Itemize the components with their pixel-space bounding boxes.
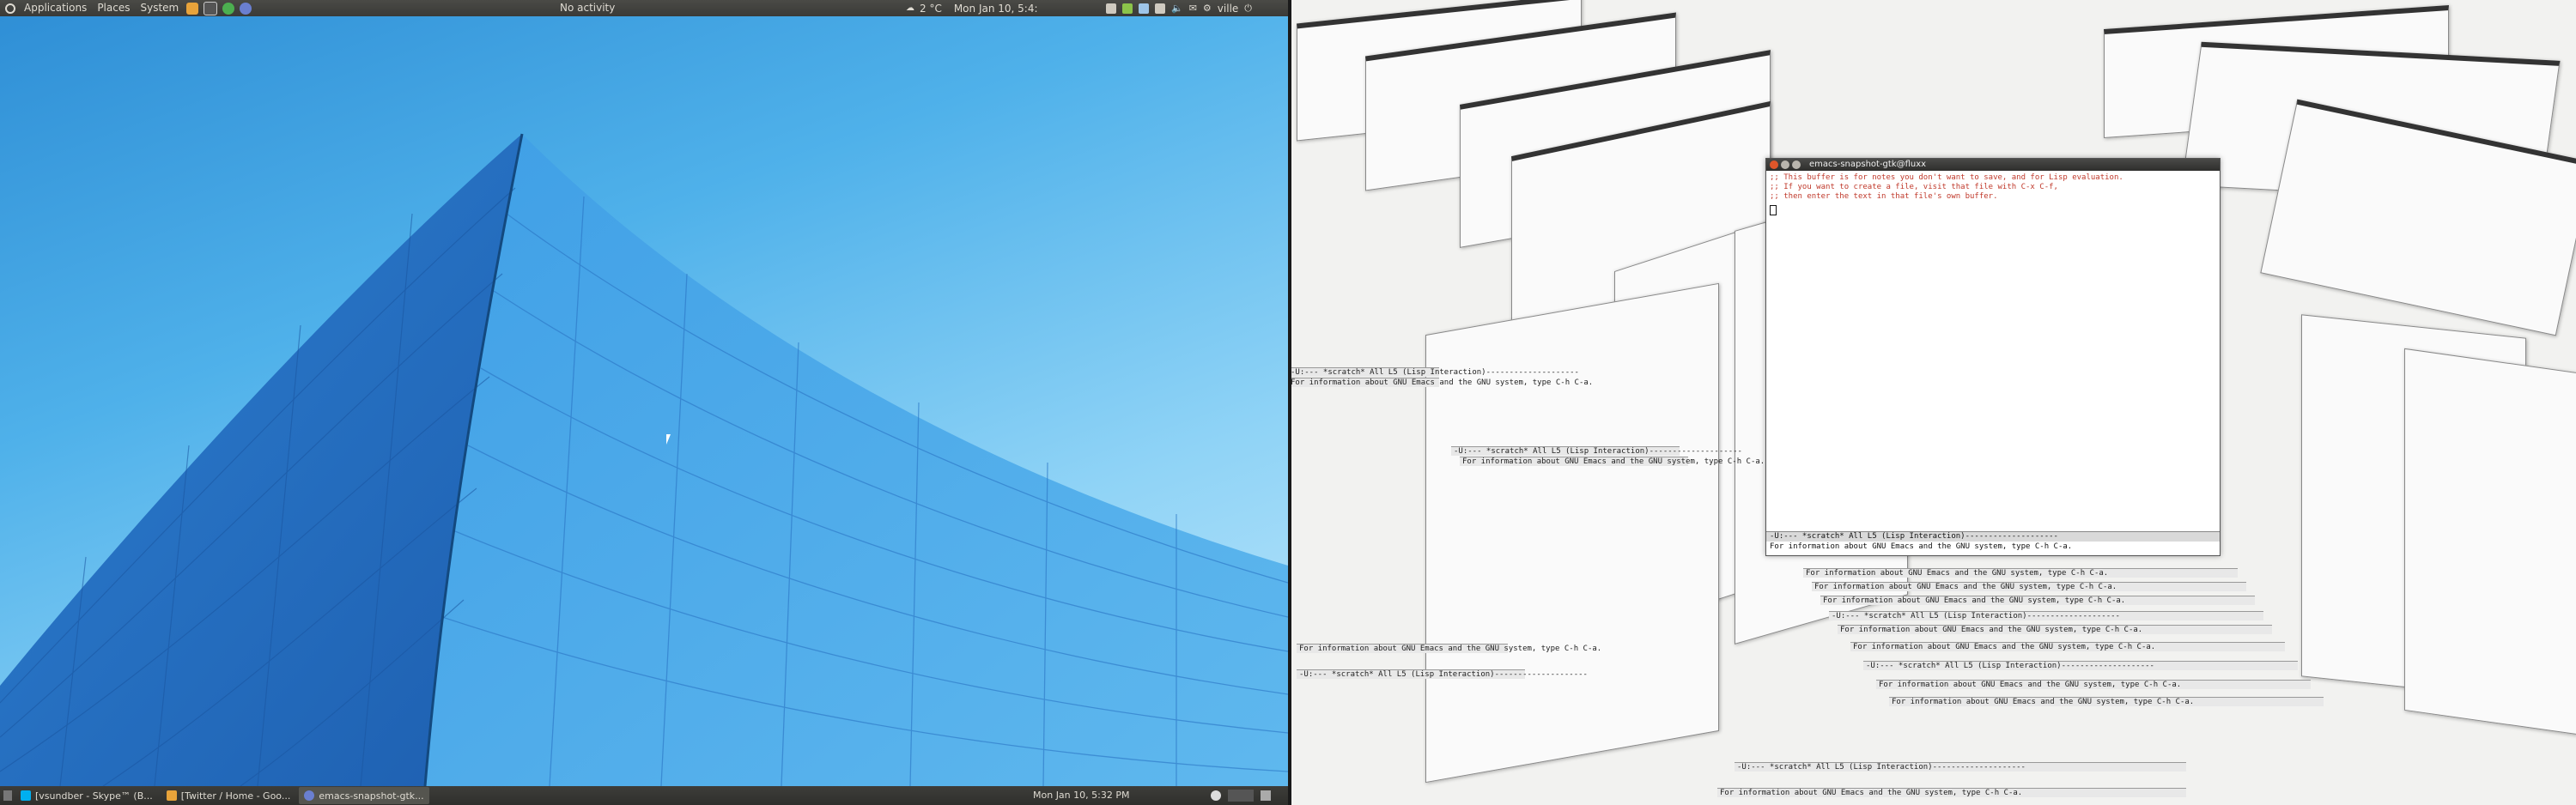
skype-icon: [21, 790, 31, 801]
ghost-echo-line: For information about GNU Emacs and the …: [1297, 644, 1601, 653]
emacs-launcher-icon[interactable]: [240, 2, 252, 15]
bluetooth-icon[interactable]: [1139, 3, 1149, 14]
task-label: emacs-snapshot-gtk...: [319, 790, 424, 802]
firefox-launcher-icon[interactable]: [186, 2, 199, 15]
task-emacs[interactable]: emacs-snapshot-gtk...: [299, 787, 429, 804]
ghost-modeline: -U:--- *scratch* All L5 (Lisp Interactio…: [1451, 446, 1742, 456]
ghost-echo-line: For information about GNU Emacs and the …: [1717, 788, 2186, 797]
menu-system[interactable]: System: [135, 0, 184, 16]
ghost-modeline: -U:--- *scratch* All L5 (Lisp Interactio…: [1863, 661, 2298, 670]
power-icon[interactable]: ⏻: [1244, 3, 1252, 15]
ghost-modeline: -U:--- *scratch* All L5 (Lisp Interactio…: [1297, 669, 1588, 679]
bottom-panel: [vsundber - Skype™ (B... [Twitter / Home…: [0, 786, 1288, 805]
ubuntu-logo-icon[interactable]: [5, 3, 15, 14]
buffer-line: ;; then enter the text in that file's ow…: [1770, 192, 1998, 201]
user-name[interactable]: ville: [1218, 3, 1239, 15]
ghost-echo-line: For information about GNU Emacs and the …: [1850, 642, 2285, 651]
main-menu: Applications Places System: [19, 0, 184, 16]
menu-applications[interactable]: Applications: [19, 0, 92, 16]
top-panel: Applications Places System No activity ☁…: [0, 0, 1288, 16]
weather-temp[interactable]: 2 °C: [920, 3, 942, 15]
ghost-echo-line: For information about GNU Emacs and the …: [1288, 378, 1593, 387]
compiz-3d-workspace: For information about GNU Emacs and the …: [1288, 0, 2576, 805]
volume-icon[interactable]: 🔈: [1171, 3, 1183, 14]
chat-launcher-icon[interactable]: [222, 2, 235, 15]
task-label: [Twitter / Home - Goo...: [180, 790, 291, 802]
ghost-modeline: -U:--- *scratch* All L5 (Lisp Interactio…: [1735, 762, 2186, 772]
ghost-modeline: -U:--- *scratch* All L5 (Lisp Interactio…: [1288, 367, 1579, 377]
emacs-titlebar[interactable]: emacs-snapshot-gtk@fluxx: [1766, 159, 2220, 171]
show-desktop-icon[interactable]: [3, 790, 12, 801]
ghost-echo-line: For information about GNU Emacs and the …: [1838, 625, 2272, 634]
text-cursor: [1770, 205, 1777, 215]
trash-icon[interactable]: [1261, 790, 1271, 801]
activity-status: No activity: [560, 2, 616, 14]
mouse-pointer: [666, 434, 671, 445]
ghost-echo-line: For information about GNU Emacs and the …: [1460, 457, 1765, 466]
minimize-button-icon[interactable]: [1781, 160, 1789, 169]
ghost-echo-line: For information about GNU Emacs and the …: [1812, 582, 2246, 591]
ghost-window: [2404, 348, 2576, 735]
mail-icon[interactable]: ✉: [1189, 3, 1197, 14]
emacs-echo-area: For information about GNU Emacs and the …: [1770, 542, 2073, 551]
browser-icon: [166, 790, 177, 801]
ghost-echo-line: For information about GNU Emacs and the …: [1889, 697, 2324, 706]
buffer-line: ;; If you want to create a file, visit t…: [1770, 183, 2058, 191]
ghost-modeline: -U:--- *scratch* All L5 (Lisp Interactio…: [1829, 611, 2263, 620]
ghost-echo-line: For information about GNU Emacs and the …: [1803, 568, 2238, 578]
bottom-tray: [1211, 786, 1271, 805]
tray-indicators: 🔈 ✉ ⚙ ville ⏻: [1106, 0, 1252, 16]
ghost-echo-line: For information about GNU Emacs and the …: [1820, 596, 2255, 605]
menu-places[interactable]: Places: [92, 0, 135, 16]
building-illustration: [0, 133, 1288, 786]
weather-icon: ☁: [906, 3, 914, 13]
ghost-window: [1425, 282, 1719, 784]
top-clock[interactable]: Mon Jan 10, 5:4:: [954, 3, 1038, 15]
window-title: emacs-snapshot-gtk@fluxx: [1809, 160, 1927, 169]
battery-icon[interactable]: [1155, 3, 1165, 14]
task-label: [vsundber - Skype™ (B...: [35, 790, 153, 802]
task-chrome[interactable]: [Twitter / Home - Goo...: [161, 787, 296, 804]
workspace-pager[interactable]: [1228, 790, 1254, 802]
bottom-clock[interactable]: Mon Jan 10, 5:32 PM: [1033, 786, 1129, 805]
emacs-buffer[interactable]: ;; This buffer is for notes you don't wa…: [1766, 171, 2220, 218]
terminal-launcher-icon[interactable]: [204, 1, 218, 15]
desktop-wallpaper: [0, 16, 1288, 786]
close-button-icon[interactable]: [1770, 160, 1778, 169]
weather-clock-area: ☁ 2 °C Mon Jan 10, 5:4:: [906, 0, 1038, 16]
buffer-line: ;; This buffer is for notes you don't wa…: [1770, 173, 2123, 182]
maximize-button-icon[interactable]: [1792, 160, 1801, 169]
printer-icon[interactable]: [1106, 3, 1116, 14]
user-icon[interactable]: ⚙: [1203, 3, 1212, 14]
monitor-divider: [1288, 0, 1291, 805]
emacs-modeline: -U:--- *scratch* All L5 (Lisp Interactio…: [1766, 531, 2220, 542]
emacs-icon: [304, 790, 315, 801]
ghost-echo-line: For information about GNU Emacs and the …: [1876, 680, 2311, 689]
network-icon[interactable]: [1122, 3, 1133, 14]
task-skype[interactable]: [vsundber - Skype™ (B...: [15, 787, 158, 804]
emacs-window[interactable]: emacs-snapshot-gtk@fluxx ;; This buffer …: [1765, 158, 2221, 556]
workspace-switcher-icon[interactable]: [1211, 790, 1221, 801]
